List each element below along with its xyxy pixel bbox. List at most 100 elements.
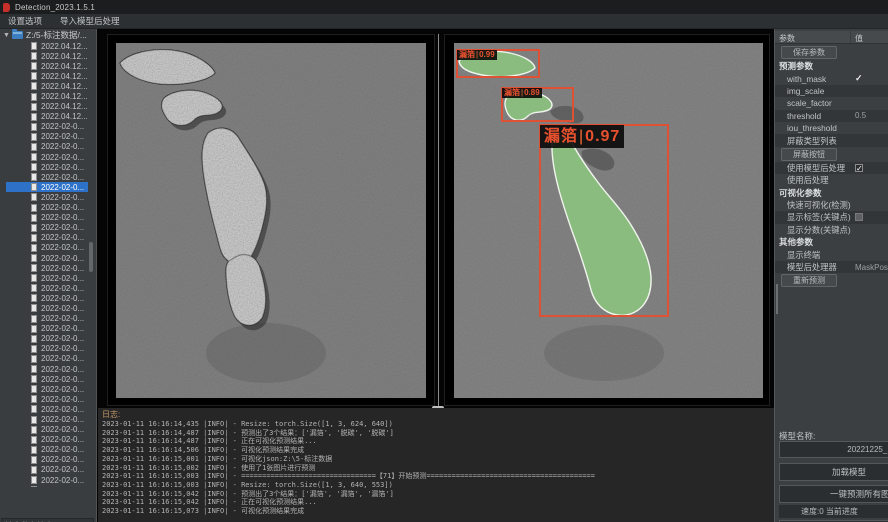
checkbox-unchecked[interactable]: ✓ <box>855 213 863 221</box>
tree-item[interactable]: 2022-02-0... <box>0 354 95 364</box>
param-row[interactable]: with_mask✓ <box>775 72 888 84</box>
tree-item[interactable]: 2022-02-0... <box>0 122 95 132</box>
file-icon <box>31 456 37 464</box>
tree-item[interactable]: 2022.04.12... <box>0 112 95 122</box>
param-row[interactable]: 使用后处理 <box>775 174 888 186</box>
param-value[interactable]: 0.5 <box>855 111 866 120</box>
tree-item[interactable]: 2022-02-0... <box>0 334 95 344</box>
tree-item[interactable]: 2022-02-0... <box>0 394 95 404</box>
tree-item[interactable]: 2022-02-0... <box>0 263 95 273</box>
param-section-label: 预测参数 <box>775 60 813 72</box>
tree-item[interactable]: 2022-02-0... <box>0 203 95 213</box>
file-icon <box>31 264 37 272</box>
log-console[interactable]: 日志: 2023-01-11 16:16:14,435 |INFO| - Res… <box>98 408 775 522</box>
file-icon <box>31 214 37 222</box>
checkbox-checked[interactable]: ✓ <box>855 164 863 172</box>
param-button-row: 重新预测 <box>775 273 888 288</box>
log-title: 日志: <box>102 410 775 420</box>
tree-item[interactable]: 2022-02-0... <box>0 142 95 152</box>
param-row[interactable]: 显示标签(关键点)✓ <box>775 211 888 223</box>
detection-score: 0.97 <box>585 126 620 147</box>
tree-item[interactable]: 2022-02-0... <box>0 192 95 202</box>
tree-item[interactable]: 2022-02-0... <box>0 364 95 374</box>
tree-item[interactable]: 2022-02-0... <box>0 132 95 142</box>
param-row[interactable]: 快速可视化(检测) <box>775 199 888 211</box>
tree-item[interactable]: 2022.04.12... <box>0 71 95 81</box>
tree-item[interactable]: 2022-02-0... <box>0 213 95 223</box>
menu-settings[interactable]: 设置选项 <box>8 15 42 27</box>
tree-item[interactable]: 2022.04.12... <box>0 41 95 51</box>
tree-item-label: 2022-02-0... <box>41 163 84 172</box>
tree-item[interactable]: 2022-02-0... <box>0 223 95 233</box>
file-icon <box>31 446 37 454</box>
param-row[interactable]: 显示分数(关键点) <box>775 224 888 236</box>
tree-item-label: 2022-02-0... <box>41 425 84 434</box>
tree-item-label: 2022.04.12... <box>41 42 88 51</box>
prediction-image[interactable]: 漏箔|0.99漏箔|0.89漏箔|0.97 <box>454 43 763 398</box>
predict-all-button[interactable]: 一键预测所有图片 <box>779 485 888 503</box>
tree-item[interactable]: 2022-02-0... <box>0 314 95 324</box>
tree-item-label: 2022-02-0... <box>41 334 84 343</box>
tree-root-node[interactable]: ▼ Z:/5-标注数据/... <box>0 29 95 41</box>
params-scrollbar[interactable] <box>776 284 778 314</box>
tree-item[interactable]: 2022-02-0... <box>0 374 95 384</box>
param-row[interactable]: iou_threshold <box>775 122 888 134</box>
checkmark-icon[interactable]: ✓ <box>855 73 863 84</box>
tree-item[interactable]: 2022-02-0... <box>0 283 95 293</box>
tree-item[interactable]: 2022-02-0... <box>0 435 95 445</box>
menu-import-postprocess[interactable]: 导入模型后处理 <box>60 15 120 27</box>
tree-item[interactable]: 2022-02-0... <box>0 414 95 424</box>
tree-item[interactable]: 2022-02-0... <box>0 303 95 313</box>
tree-item[interactable]: 2022-02-0... <box>0 162 95 172</box>
tree-item[interactable]: 2022-02-0... <box>0 344 95 354</box>
tree-item[interactable]: 2022-02-0... <box>0 465 95 475</box>
tree-item[interactable]: 2022-02-0... <box>0 324 95 334</box>
tree-item[interactable]: 2022.04.12... <box>0 91 95 101</box>
tree-item[interactable]: 2022.04.12... <box>0 61 95 71</box>
tree-item-label: 2022.04.12... <box>41 92 88 101</box>
tree-item[interactable]: 2022.04.12... <box>0 81 95 91</box>
file-tree[interactable]: ▼ Z:/5-标注数据/... 2022.04.12...2022.04.12.… <box>0 29 95 487</box>
tree-item[interactable]: 2022-02-0... <box>0 293 95 303</box>
tree-item[interactable]: 2022.04.12... <box>0 51 95 61</box>
param-row[interactable]: threshold0.5 <box>775 110 888 122</box>
panel-splitter[interactable] <box>438 34 439 406</box>
param-action-button[interactable]: 屏蔽按钮 <box>781 148 837 161</box>
param-row[interactable]: img_scale <box>775 85 888 97</box>
tree-item[interactable]: 2022-02-0... <box>0 404 95 414</box>
param-row[interactable]: 显示终端 <box>775 248 888 260</box>
load-model-button[interactable]: 加载模型 <box>779 463 888 481</box>
tree-item[interactable]: 2022-02-0... <box>0 475 95 485</box>
tree-item[interactable]: 2022-02-0... <box>0 152 95 162</box>
model-name-field[interactable]: 20221225_174813 <box>779 441 888 458</box>
tree-item[interactable]: 2022-02-0... <box>0 425 95 435</box>
param-row[interactable]: scale_factor <box>775 97 888 109</box>
file-icon <box>31 436 37 444</box>
tree-item[interactable]: 2022-02-0... <box>0 384 95 394</box>
tree-item[interactable]: 2022-02-0... <box>0 455 95 465</box>
original-image[interactable] <box>116 43 426 398</box>
param-action-button[interactable]: 重新预测 <box>781 274 837 287</box>
param-row[interactable]: 屏蔽类型列表 <box>775 134 888 146</box>
param-row[interactable]: 模型后处理器MaskPostPro <box>775 261 888 273</box>
tree-item[interactable]: 2022-02-0... <box>0 172 95 182</box>
param-value[interactable]: MaskPostPro <box>855 263 888 272</box>
tree-item[interactable]: 2022-02-0... <box>0 485 95 487</box>
tree-item[interactable]: 2022.04.12... <box>0 102 95 112</box>
tree-item[interactable]: 2022-02-0... <box>0 233 95 243</box>
tree-item[interactable]: 2022-02-0... <box>0 273 95 283</box>
tree-item-label: 2022-02-0... <box>41 274 84 283</box>
app-logo-icon <box>3 3 10 12</box>
param-action-button[interactable]: 保存参数 <box>781 46 837 59</box>
tree-item[interactable]: 2022-02-0... <box>0 253 95 263</box>
tree-item[interactable]: 2022-02-0... <box>0 182 95 192</box>
file-icon <box>31 133 37 141</box>
tree-scrollbar[interactable] <box>89 242 93 272</box>
file-icon <box>31 395 37 403</box>
param-row[interactable]: 使用模型后处理✓ <box>775 162 888 174</box>
chevron-down-icon[interactable]: ▼ <box>3 32 9 39</box>
param-section-header: 可视化参数 <box>775 187 888 199</box>
search-input[interactable] <box>1 518 94 522</box>
tree-item[interactable]: 2022-02-0... <box>0 445 95 455</box>
tree-item[interactable]: 2022-02-0... <box>0 243 95 253</box>
